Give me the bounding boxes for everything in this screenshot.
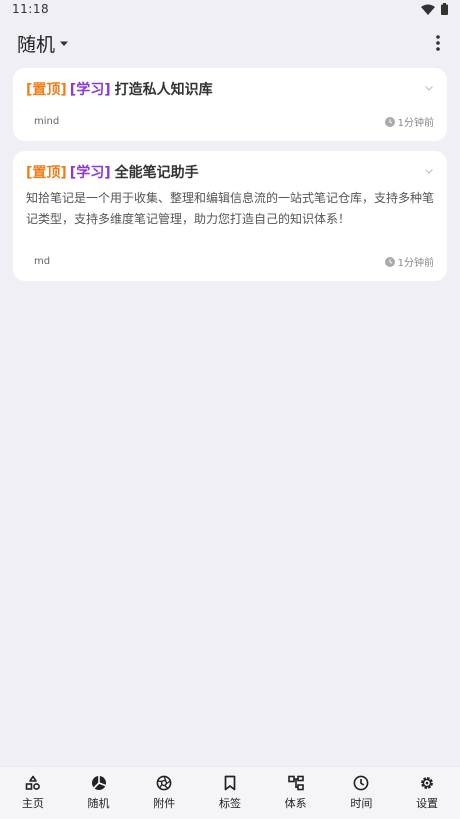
note-title: 打造私人知识库 bbox=[114, 82, 213, 98]
nav-item-system[interactable]: 体系 bbox=[268, 767, 324, 819]
nav-label: 标签 bbox=[218, 797, 241, 810]
note-footer: mind 1分钟前 bbox=[26, 114, 434, 129]
hierarchy-icon bbox=[287, 775, 304, 791]
category-dropdown[interactable]: 随机 bbox=[17, 30, 69, 57]
clock-icon bbox=[384, 256, 395, 267]
nav-item-attachments[interactable]: 附件 bbox=[136, 767, 192, 819]
note-time: 1分钟前 bbox=[384, 114, 434, 129]
nav-item-time[interactable]: 时间 bbox=[333, 767, 389, 819]
note-format: md bbox=[34, 256, 51, 267]
more-vertical-icon bbox=[436, 35, 440, 51]
chevron-down-icon[interactable] bbox=[423, 165, 435, 177]
home-shapes-icon bbox=[25, 775, 41, 791]
pin-tag: [置顶] bbox=[26, 165, 67, 181]
bottom-nav: 主页 随机 附件 标签 体系 时间 设置 bbox=[0, 766, 460, 819]
note-time-text: 1分钟前 bbox=[397, 258, 434, 269]
caret-down-icon bbox=[60, 41, 69, 46]
note-card[interactable]: [置顶] [学习] 打造私人知识库 mind 1分钟前 bbox=[13, 68, 447, 141]
nav-label: 时间 bbox=[350, 797, 373, 810]
chevron-down-icon[interactable] bbox=[423, 82, 435, 94]
nav-label: 附件 bbox=[153, 797, 176, 810]
nav-item-home[interactable]: 主页 bbox=[5, 767, 61, 819]
note-list: [置顶] [学习] 打造私人知识库 mind 1分钟前 [置顶] [学习] 全能… bbox=[13, 68, 447, 291]
app-bar: 随机 bbox=[0, 20, 460, 66]
battery-icon bbox=[441, 3, 448, 15]
nav-label: 随机 bbox=[87, 797, 110, 810]
nav-label: 设置 bbox=[416, 797, 439, 810]
shuffle-pie-icon bbox=[91, 775, 107, 791]
note-title: 全能笔记助手 bbox=[114, 165, 199, 181]
note-header: [置顶] [学习] 打造私人知识库 bbox=[26, 81, 434, 99]
note-description: 知拾笔记是一个用于收集、整理和编辑信息流的一站式笔记仓库，支持多种笔记类型，支持… bbox=[26, 191, 435, 226]
category-tag: [学习] bbox=[69, 82, 111, 98]
note-header: [置顶] [学习] 全能笔记助手 bbox=[26, 164, 434, 182]
nav-label: 主页 bbox=[21, 797, 44, 810]
aperture-icon bbox=[156, 775, 172, 791]
gear-icon bbox=[419, 775, 435, 791]
note-time: 1分钟前 bbox=[384, 254, 434, 269]
note-card[interactable]: [置顶] [学习] 全能笔记助手 知拾笔记是一个用于收集、整理和编辑信息流的一站… bbox=[13, 151, 447, 281]
status-bar: 11:18 bbox=[0, 0, 460, 20]
nav-item-random[interactable]: 随机 bbox=[71, 767, 127, 819]
clock-icon bbox=[353, 775, 369, 791]
status-icons bbox=[421, 3, 448, 15]
wifi-icon bbox=[421, 4, 435, 15]
category-tag: [学习] bbox=[69, 165, 111, 181]
clock-icon bbox=[384, 116, 395, 127]
note-format: mind bbox=[34, 116, 60, 127]
bookmark-icon bbox=[222, 775, 238, 791]
pin-tag: [置顶] bbox=[26, 82, 67, 98]
page-title: 随机 bbox=[17, 34, 56, 56]
nav-label: 体系 bbox=[284, 797, 307, 810]
more-options-button[interactable] bbox=[430, 32, 446, 54]
screen: 11:18 随机 [置顶] [学习] 打造私人知识库 mind 1分钟前 [置顶… bbox=[0, 0, 460, 819]
note-time-text: 1分钟前 bbox=[397, 118, 434, 129]
nav-item-tags[interactable]: 标签 bbox=[202, 767, 258, 819]
nav-item-settings[interactable]: 设置 bbox=[399, 767, 455, 819]
note-footer: md 1分钟前 bbox=[26, 254, 434, 269]
status-time: 11:18 bbox=[12, 2, 50, 16]
